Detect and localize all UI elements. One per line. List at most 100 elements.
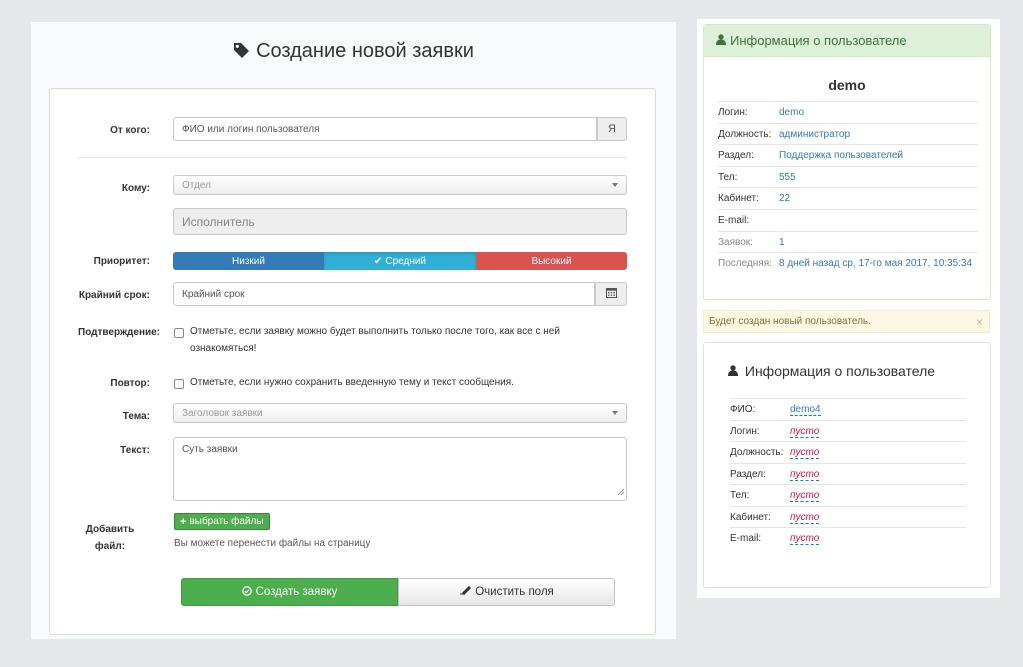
ticket-form: От кого: ФИО или логин пользователя Я Ко… bbox=[49, 88, 656, 635]
user-info-header: Информация о пользователе bbox=[704, 25, 990, 57]
user-info-header-text: Информация о пользователе bbox=[730, 33, 907, 48]
row-key: Раздел: bbox=[730, 468, 766, 480]
from-me-label: Я bbox=[608, 123, 616, 135]
row-key: E-mail: bbox=[718, 215, 750, 226]
confirm-text-line2: ознакомяться! bbox=[190, 343, 257, 354]
repeat-checkbox[interactable] bbox=[174, 379, 184, 389]
priority-label: Приоритет: bbox=[93, 256, 150, 267]
subject-select[interactable]: Заголовок заявки bbox=[173, 403, 627, 423]
eraser-icon bbox=[459, 585, 472, 598]
executor-input-placeholder: Исполнитель bbox=[182, 214, 255, 229]
check-circle-icon bbox=[241, 585, 252, 599]
close-icon[interactable]: × bbox=[976, 315, 983, 329]
page-title: Создание новой заявки bbox=[31, 40, 676, 65]
row-value[interactable]: 22 bbox=[779, 193, 790, 204]
editable-value[interactable]: пусто bbox=[790, 426, 820, 438]
editable-value[interactable]: пусто bbox=[790, 447, 820, 459]
user-info-row: Должность: администратор bbox=[718, 122, 978, 145]
user-info-row: E-mail: bbox=[718, 209, 978, 231]
editable-value[interactable]: пусто bbox=[790, 533, 820, 545]
page-title-text: Создание новой заявки bbox=[256, 40, 474, 62]
row-key: Должность: bbox=[730, 447, 784, 458]
chevron-down-icon bbox=[612, 183, 618, 187]
confirm-checkbox[interactable] bbox=[174, 328, 184, 338]
new-user-row: Тел: пусто bbox=[730, 484, 966, 506]
row-key: ФИО: bbox=[730, 404, 756, 415]
submit-button[interactable]: Создать заявку bbox=[181, 578, 398, 606]
new-user-row: Должность: пусто bbox=[730, 441, 966, 463]
priority-mid-button[interactable]: ✔ Средний bbox=[324, 252, 476, 270]
confirm-text-line1: Отметьте, если заявку можно будет выполн… bbox=[190, 326, 560, 337]
row-key: Логин: bbox=[718, 107, 748, 118]
new-user-row: Раздел: пусто bbox=[730, 462, 966, 485]
row-key: Тел: bbox=[718, 171, 738, 183]
tag-icon bbox=[233, 42, 250, 65]
new-user-row: Логин: пусто bbox=[730, 419, 966, 442]
subject-select-value: Заголовок заявки bbox=[182, 407, 263, 419]
user-info-row: Логин: demo bbox=[718, 101, 978, 123]
text-label: Текст: bbox=[120, 445, 150, 456]
new-user-card: Информация о пользователе ФИО: demo4 Логи… bbox=[703, 342, 991, 588]
from-label: От кого: bbox=[110, 125, 150, 136]
user-info-row: Заявок: 1 bbox=[718, 230, 978, 253]
row-value[interactable]: 555 bbox=[779, 172, 796, 183]
submit-button-label: Создать заявку bbox=[255, 586, 338, 598]
choose-files-button[interactable]: + выбрать файлы bbox=[174, 513, 270, 530]
priority-low-button[interactable]: Низкий bbox=[173, 252, 324, 270]
row-key: Логин: bbox=[730, 425, 760, 437]
new-user-alert: Будет создан новый пользователь. × bbox=[703, 310, 990, 333]
user-info-row: Кабинет: 22 bbox=[718, 187, 978, 209]
row-key: E-mail: bbox=[730, 533, 762, 544]
row-value[interactable]: 1 bbox=[779, 237, 785, 248]
from-me-button[interactable]: Я bbox=[597, 117, 627, 141]
calendar-button[interactable] bbox=[595, 282, 627, 306]
user-info-row: Последняя: 8 дней назад ср, 17-го мая 201… bbox=[718, 252, 978, 274]
deadline-input[interactable]: Крайний срок bbox=[173, 282, 595, 306]
divider bbox=[78, 157, 627, 158]
row-value[interactable]: 8 дней назад ср, 17-го мая 2017, 10:35:3… bbox=[779, 258, 972, 269]
confirm-label: Подтверждение: bbox=[78, 327, 161, 338]
user-icon bbox=[716, 33, 726, 48]
user-info-card: Информация о пользователе demo Логин: dem… bbox=[703, 24, 991, 300]
new-user-title: Информация о пользователе bbox=[728, 363, 935, 379]
new-user-row: ФИО: demo4 bbox=[730, 398, 966, 420]
from-input[interactable]: ФИО или логин пользователя bbox=[173, 117, 597, 141]
new-user-title-text: Информация о пользователе bbox=[744, 363, 936, 379]
row-value[interactable]: администратор bbox=[779, 129, 850, 140]
alert-text: Будет создан новый пользователь. bbox=[709, 316, 871, 327]
chevron-down-icon bbox=[612, 411, 618, 415]
editable-value[interactable]: пусто bbox=[790, 490, 820, 502]
priority-mid-label: Средний bbox=[385, 255, 427, 267]
create-ticket-panel: Создание новой заявки От кого: ФИО или л… bbox=[31, 22, 676, 639]
subject-label: Тема: bbox=[122, 411, 150, 422]
priority-high-button[interactable]: Высокий bbox=[476, 252, 627, 270]
editable-value[interactable]: пусто bbox=[790, 512, 820, 524]
choose-files-label: выбрать файлы bbox=[189, 516, 264, 527]
editable-value[interactable]: demo4 bbox=[790, 404, 821, 416]
department-select[interactable]: Отдел bbox=[173, 175, 627, 195]
executor-input[interactable]: Исполнитель bbox=[173, 208, 627, 235]
plus-icon: + bbox=[180, 515, 187, 528]
user-info-username: demo bbox=[828, 77, 866, 93]
row-value[interactable]: Поддержка пользователей bbox=[779, 150, 903, 161]
row-key: Должность: bbox=[718, 128, 772, 140]
calendar-icon bbox=[605, 287, 617, 301]
deadline-label: Крайний срок: bbox=[78, 290, 150, 301]
resize-grip-icon[interactable] bbox=[617, 488, 625, 499]
from-input-placeholder: ФИО или логин пользователя bbox=[182, 123, 320, 135]
text-textarea[interactable]: Суть заявки bbox=[173, 437, 627, 501]
editable-value[interactable]: пусто bbox=[790, 469, 820, 481]
row-key: Заявок: bbox=[718, 236, 753, 248]
clear-button-label: Очистить поля bbox=[475, 586, 554, 598]
new-user-row: E-mail: пусто bbox=[730, 527, 966, 549]
clear-button[interactable]: Очистить поля bbox=[398, 578, 615, 606]
row-value[interactable]: demo bbox=[779, 107, 804, 118]
row-key: Раздел: bbox=[718, 150, 754, 162]
repeat-text: Отметьте, если нужно сохранить введенную… bbox=[190, 377, 514, 388]
priority-high-label: Высокий bbox=[531, 255, 572, 267]
new-user-row: Кабинет: пусто bbox=[730, 505, 966, 528]
to-label: Кому: bbox=[121, 183, 150, 194]
user-info-row: Раздел: Поддержка пользователей bbox=[718, 144, 978, 166]
user-icon bbox=[728, 363, 742, 379]
attach-label-line1: Добавить bbox=[85, 524, 135, 535]
